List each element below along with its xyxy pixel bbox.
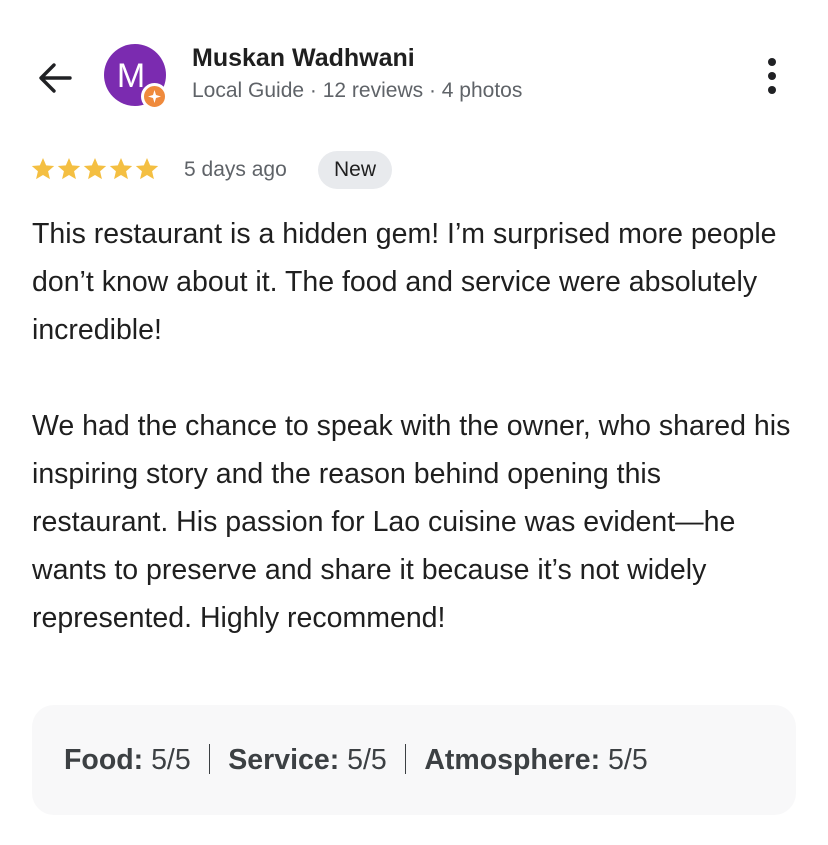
service-rating-label: Service:	[228, 744, 340, 776]
sub-ratings-panel: Food: 5/5 Service: 5/5 Atmosphere: 5/5	[32, 705, 796, 815]
review-paragraph: We had the chance to speak with the owne…	[32, 410, 791, 634]
back-button[interactable]	[30, 54, 78, 102]
star-icon	[109, 157, 133, 180]
food-rating-label: Food:	[64, 744, 144, 776]
local-guide-badge-icon	[141, 83, 168, 110]
new-badge: New	[318, 151, 393, 189]
star-rating	[30, 156, 160, 184]
service-rating-value: 5/5	[347, 744, 387, 776]
review-paragraph: This restaurant is a hidden gem! I’m sur…	[32, 218, 777, 346]
atmosphere-rating-value: 5/5	[608, 744, 648, 776]
review-text: This restaurant is a hidden gem! I’m sur…	[32, 210, 802, 642]
star-icon	[57, 157, 81, 180]
sub-ratings-line: Food: 5/5 Service: 5/5 Atmosphere: 5/5	[64, 742, 648, 778]
star-icon	[135, 157, 159, 180]
back-arrow-icon	[39, 63, 72, 93]
rating-row: 5 days ago New	[30, 150, 730, 190]
star-icon	[83, 157, 107, 180]
divider	[404, 744, 407, 774]
reviewer-meta: Local Guide · 12 reviews · 4 photos	[192, 79, 523, 102]
food-rating-value: 5/5	[151, 744, 191, 776]
more-options-button[interactable]	[752, 54, 792, 98]
atmosphere-rating-label: Atmosphere:	[424, 744, 601, 776]
divider	[208, 744, 211, 774]
review-time: 5 days ago	[184, 158, 287, 181]
reviewer-name[interactable]: Muskan Wadhwani	[192, 44, 415, 73]
star-icon	[31, 157, 55, 180]
review-header: M Muskan Wadhwani Local Guide · 12 revie…	[0, 0, 828, 140]
